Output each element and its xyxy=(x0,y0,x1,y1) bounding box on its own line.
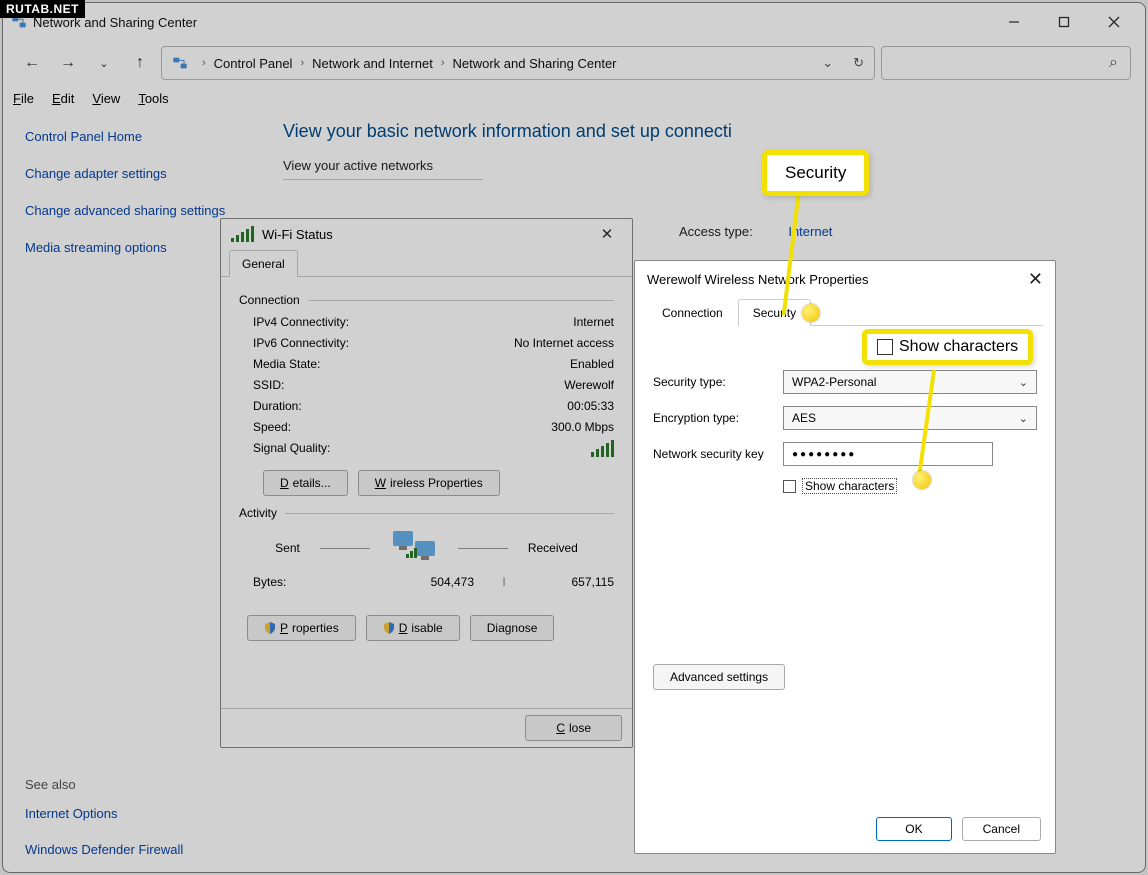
minimize-button[interactable] xyxy=(991,7,1037,37)
advanced-settings-button[interactable]: Advanced settings xyxy=(653,664,785,690)
shield-icon xyxy=(264,622,276,634)
computers-icon xyxy=(390,528,438,568)
sidebar-home-link[interactable]: Control Panel Home xyxy=(25,129,241,146)
tab-security[interactable]: Security xyxy=(738,299,811,326)
breadcrumb-root[interactable]: Control Panel xyxy=(214,56,293,71)
chevron-right-icon: › xyxy=(441,57,445,69)
close-window-button[interactable] xyxy=(1091,7,1137,37)
menu-tools[interactable]: Tools xyxy=(138,91,168,106)
breadcrumb-level2[interactable]: Network and Sharing Center xyxy=(452,56,616,71)
encryption-type-label: Encryption type: xyxy=(653,411,783,425)
security-type-select[interactable]: WPA2-Personal⌄ xyxy=(783,370,1037,394)
callout-security: Security xyxy=(762,150,869,196)
chevron-right-icon: › xyxy=(202,57,206,69)
media-state-value: Enabled xyxy=(570,357,614,371)
brand-tag: RUTAB.NET xyxy=(0,0,85,18)
back-button[interactable]: ← xyxy=(17,48,47,78)
breadcrumb-level1[interactable]: Network and Internet xyxy=(312,56,433,71)
sidebar-firewall-link[interactable]: Windows Defender Firewall xyxy=(25,842,241,859)
up-button[interactable]: ↑ xyxy=(125,48,155,78)
menubar: File Edit View Tools xyxy=(3,85,1145,111)
sidebar-internet-options-link[interactable]: Internet Options xyxy=(25,806,241,823)
ipv6-value: No Internet access xyxy=(514,336,614,350)
ipv4-value: Internet xyxy=(573,315,614,329)
checkbox-icon xyxy=(877,339,893,355)
chevron-right-icon: › xyxy=(300,57,304,69)
properties-close-button[interactable]: ✕ xyxy=(1028,269,1043,290)
history-dropdown[interactable]: ⌄ xyxy=(89,48,119,78)
chevron-down-icon: ⌄ xyxy=(1019,412,1028,425)
nav-toolbar: ← → ⌄ ↑ › Control Panel › Network and In… xyxy=(3,41,1145,85)
network-key-input[interactable]: ●●●●●●●● xyxy=(783,442,993,466)
refresh-icon[interactable]: ↻ xyxy=(853,55,864,71)
ssid-value: Werewolf xyxy=(564,378,614,392)
network-key-label: Network security key xyxy=(653,447,783,461)
signal-quality-icon xyxy=(591,441,614,460)
bytes-sent-value: 504,473 xyxy=(394,575,474,589)
speed-value: 300.0 Mbps xyxy=(551,420,614,434)
sidebar-streaming-link[interactable]: Media streaming options xyxy=(25,240,241,257)
tab-connection[interactable]: Connection xyxy=(647,299,738,326)
forward-button[interactable]: → xyxy=(53,48,83,78)
cancel-button[interactable]: Cancel xyxy=(962,817,1041,841)
properties-button[interactable]: Properties xyxy=(247,615,356,641)
sent-label: Sent xyxy=(275,541,300,555)
wifi-icon xyxy=(231,226,254,242)
close-button[interactable]: Close xyxy=(525,715,622,741)
security-type-label: Security type: xyxy=(653,375,783,389)
wifi-dialog-title: Wi-Fi Status ✕ xyxy=(221,219,632,249)
activity-group-heading: Activity xyxy=(239,506,614,520)
ipv4-label: IPv4 Connectivity: xyxy=(253,315,573,329)
disable-button[interactable]: Disable xyxy=(366,615,460,641)
duration-value: 00:05:33 xyxy=(567,399,614,413)
tab-general[interactable]: General xyxy=(229,250,298,277)
bytes-label: Bytes: xyxy=(253,575,394,589)
media-state-label: Media State: xyxy=(253,357,570,371)
encryption-type-select[interactable]: AES⌄ xyxy=(783,406,1037,430)
sidebar-see-also: See also xyxy=(25,777,241,792)
signal-quality-label: Signal Quality: xyxy=(253,441,591,460)
connection-group-heading: Connection xyxy=(239,293,614,307)
breadcrumb-icon xyxy=(172,55,188,71)
chevron-down-icon: ⌄ xyxy=(1019,376,1028,389)
bytes-received-value: 657,115 xyxy=(534,575,614,589)
sidebar-sharing-link[interactable]: Change advanced sharing settings xyxy=(25,203,241,220)
active-networks-heading: View your active networks xyxy=(283,158,1125,173)
ipv6-label: IPv6 Connectivity: xyxy=(253,336,514,350)
main-heading: View your basic network information and … xyxy=(283,121,1125,142)
wifi-status-dialog: Wi-Fi Status ✕ General Connection IPv4 C… xyxy=(220,218,633,748)
callout-marker-dot xyxy=(913,471,931,489)
search-icon: ⌕ xyxy=(1109,54,1118,72)
details-button[interactable]: Details... xyxy=(263,470,348,496)
sidebar-adapter-link[interactable]: Change adapter settings xyxy=(25,166,241,183)
callout-marker-dot xyxy=(802,304,820,322)
diagnose-button[interactable]: Diagnose xyxy=(470,615,555,641)
search-box[interactable]: ⌕ xyxy=(881,46,1131,80)
shield-icon xyxy=(383,622,395,634)
show-characters-checkbox[interactable] xyxy=(783,480,796,493)
properties-dialog-title: Werewolf Wireless Network Properties ✕ xyxy=(635,261,1055,298)
callout-show-characters: Show characters xyxy=(862,329,1033,365)
wifi-close-button[interactable]: ✕ xyxy=(592,225,622,243)
maximize-button[interactable] xyxy=(1041,7,1087,37)
titlebar: Network and Sharing Center xyxy=(3,3,1145,41)
show-characters-label: Show characters xyxy=(802,478,897,494)
cursor-icon: I xyxy=(474,575,534,589)
address-bar[interactable]: › Control Panel › Network and Internet ›… xyxy=(161,46,875,80)
menu-view[interactable]: View xyxy=(92,91,120,106)
speed-label: Speed: xyxy=(253,420,551,434)
received-label: Received xyxy=(528,541,578,555)
wireless-properties-button[interactable]: Wireless Properties xyxy=(358,470,500,496)
menu-file[interactable]: File xyxy=(13,91,34,106)
access-type-label: Access type: xyxy=(679,224,753,239)
chevron-down-icon[interactable]: ⌄ xyxy=(822,55,833,71)
ssid-label: SSID: xyxy=(253,378,564,392)
duration-label: Duration: xyxy=(253,399,567,413)
menu-edit[interactable]: Edit xyxy=(52,91,74,106)
ok-button[interactable]: OK xyxy=(876,817,951,841)
